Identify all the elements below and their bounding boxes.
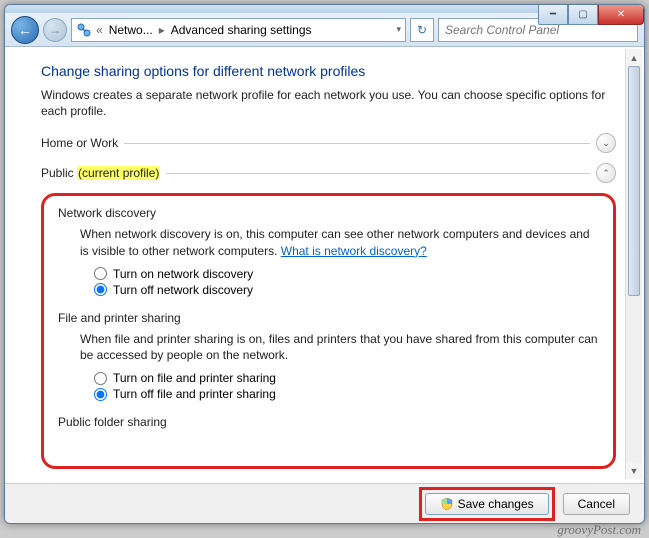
arrow-left-icon: ← [18,22,32,38]
breadcrumb-separator: ▸ [159,23,165,37]
radio-network-discovery-off[interactable]: Turn off network discovery [94,283,599,297]
current-profile-badge: (current profile) [77,166,160,180]
breadcrumb-network[interactable]: Netwo... [107,23,155,37]
page-description: Windows creates a separate network profi… [41,87,616,119]
maximize-button[interactable]: ▢ [568,5,598,25]
forward-button[interactable]: → [43,18,67,42]
radio-file-printer-off[interactable]: Turn off file and printer sharing [94,387,599,401]
network-discovery-help-link[interactable]: What is network discovery? [281,244,427,258]
divider [124,143,590,144]
breadcrumb-advanced-sharing[interactable]: Advanced sharing settings [169,23,314,37]
minimize-button[interactable]: ━ [538,5,568,25]
radio-label: Turn off network discovery [113,283,253,297]
section-label: Home or Work [41,136,118,150]
refresh-icon: ↻ [417,23,427,37]
file-printer-heading: File and printer sharing [58,311,599,325]
scrollbar-thumb[interactable] [628,66,640,296]
radio-label: Turn on network discovery [113,267,253,281]
cancel-button-label: Cancel [578,497,615,511]
radio-input[interactable] [94,388,107,401]
highlighted-settings-region: Network discovery When network discovery… [41,193,616,469]
breadcrumb-separator: « [96,23,103,37]
file-printer-description: When file and printer sharing is on, fil… [80,331,599,363]
save-button-label: Save changes [458,497,534,511]
radio-input[interactable] [94,283,107,296]
scroll-up-icon[interactable]: ▲ [626,49,642,66]
radio-input[interactable] [94,372,107,385]
network-icon [76,22,92,38]
cancel-button[interactable]: Cancel [563,493,630,515]
back-button[interactable]: ← [11,16,39,44]
section-public[interactable]: Public (current profile) ⌃ [41,163,616,183]
watermark: groovyPost.com [557,522,641,538]
control-panel-window: ━ ▢ ✕ ← → « Netwo... ▸ Advanced sharing … [4,4,645,524]
public-folder-heading: Public folder sharing [58,415,599,429]
address-dropdown-icon[interactable]: ▾ [396,24,401,35]
radio-file-printer-on[interactable]: Turn on file and printer sharing [94,371,599,385]
radio-input[interactable] [94,267,107,280]
save-changes-button[interactable]: Save changes [425,493,549,515]
chevron-up-icon[interactable]: ⌃ [596,163,616,183]
footer-bar: Save changes Cancel [5,483,644,523]
close-button[interactable]: ✕ [598,5,644,25]
section-home-or-work[interactable]: Home or Work ⌄ [41,133,616,153]
file-printer-options: Turn on file and printer sharing Turn of… [94,371,599,401]
network-discovery-description: When network discovery is on, this compu… [80,226,599,258]
highlighted-save-region: Save changes [419,487,555,521]
network-discovery-options: Turn on network discovery Turn off netwo… [94,267,599,297]
window-controls: ━ ▢ ✕ [538,5,644,25]
shield-icon [440,497,454,511]
content-area: Change sharing options for different net… [5,47,644,481]
section-label: Public [41,166,74,180]
address-bar[interactable]: « Netwo... ▸ Advanced sharing settings ▾ [71,18,406,42]
page-title: Change sharing options for different net… [41,63,616,79]
radio-label: Turn off file and printer sharing [113,387,276,401]
chevron-down-icon[interactable]: ⌄ [596,133,616,153]
network-discovery-heading: Network discovery [58,206,599,220]
scroll-down-icon[interactable]: ▼ [626,462,642,479]
arrow-right-icon: → [49,23,61,37]
scrollbar[interactable]: ▲ ▼ [625,49,642,479]
refresh-button[interactable]: ↻ [410,18,434,42]
divider [166,173,590,174]
radio-label: Turn on file and printer sharing [113,371,276,385]
radio-network-discovery-on[interactable]: Turn on network discovery [94,267,599,281]
